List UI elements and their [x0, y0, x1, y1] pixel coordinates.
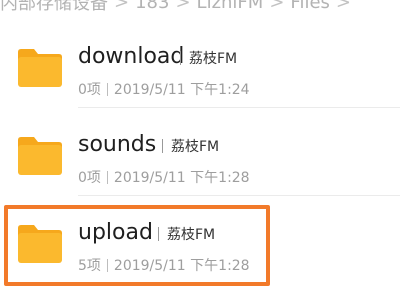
file-meta: 0项 2019/5/11 下午1:24 [78, 79, 250, 99]
separator [106, 83, 108, 96]
separator [106, 171, 108, 184]
file-name: download [78, 44, 185, 69]
modified-date: 2019/5/11 下午1:24 [113, 82, 250, 98]
separator [158, 227, 159, 241]
file-name: sounds [78, 132, 157, 157]
divider [78, 107, 400, 108]
breadcrumb-separator: > [335, 0, 352, 13]
file-meta: 0项 2019/5/11 下午1:28 [78, 167, 250, 187]
breadcrumb-item[interactable]: Files [290, 0, 330, 13]
breadcrumb-separator: > [114, 0, 130, 13]
separator [180, 51, 181, 65]
breadcrumb-separator: > [269, 0, 285, 13]
folder-icon [16, 224, 64, 264]
item-count: 0项 [78, 82, 101, 98]
breadcrumb-item[interactable]: 内部存储设备 [0, 0, 108, 13]
breadcrumb: 内部存储设备 > 183 > LizhiFM > Files > [0, 0, 400, 13]
breadcrumb-item[interactable]: LizhiFM [197, 0, 264, 13]
file-row-upload[interactable]: upload 荔枝FM 5项 2019/5/11 下午1:28 [0, 198, 400, 284]
source-label: 荔枝FM [171, 139, 220, 155]
file-row-sounds[interactable]: sounds 荔枝FM 0项 2019/5/11 下午1:28 [0, 110, 400, 196]
file-row-download[interactable]: download 荔枝FM 0项 2019/5/11 下午1:24 [0, 22, 400, 108]
separator [106, 259, 108, 272]
item-count: 0项 [78, 170, 101, 186]
separator [162, 139, 163, 153]
file-source: 荔枝FM [180, 48, 237, 68]
source-label: 荔枝FM [189, 51, 238, 67]
folder-icon [16, 48, 64, 88]
file-source: 荔枝FM [162, 136, 219, 156]
source-label: 荔枝FM [167, 227, 216, 243]
divider [78, 195, 400, 196]
modified-date: 2019/5/11 下午1:28 [113, 170, 250, 186]
folder-icon [16, 136, 64, 176]
breadcrumb-item[interactable]: 183 [135, 0, 169, 13]
file-name: upload [78, 220, 153, 245]
item-count: 5项 [78, 258, 101, 274]
file-meta: 5项 2019/5/11 下午1:28 [78, 255, 250, 275]
modified-date: 2019/5/11 下午1:28 [113, 258, 250, 274]
breadcrumb-separator: > [175, 0, 191, 13]
file-source: 荔枝FM [158, 224, 215, 244]
